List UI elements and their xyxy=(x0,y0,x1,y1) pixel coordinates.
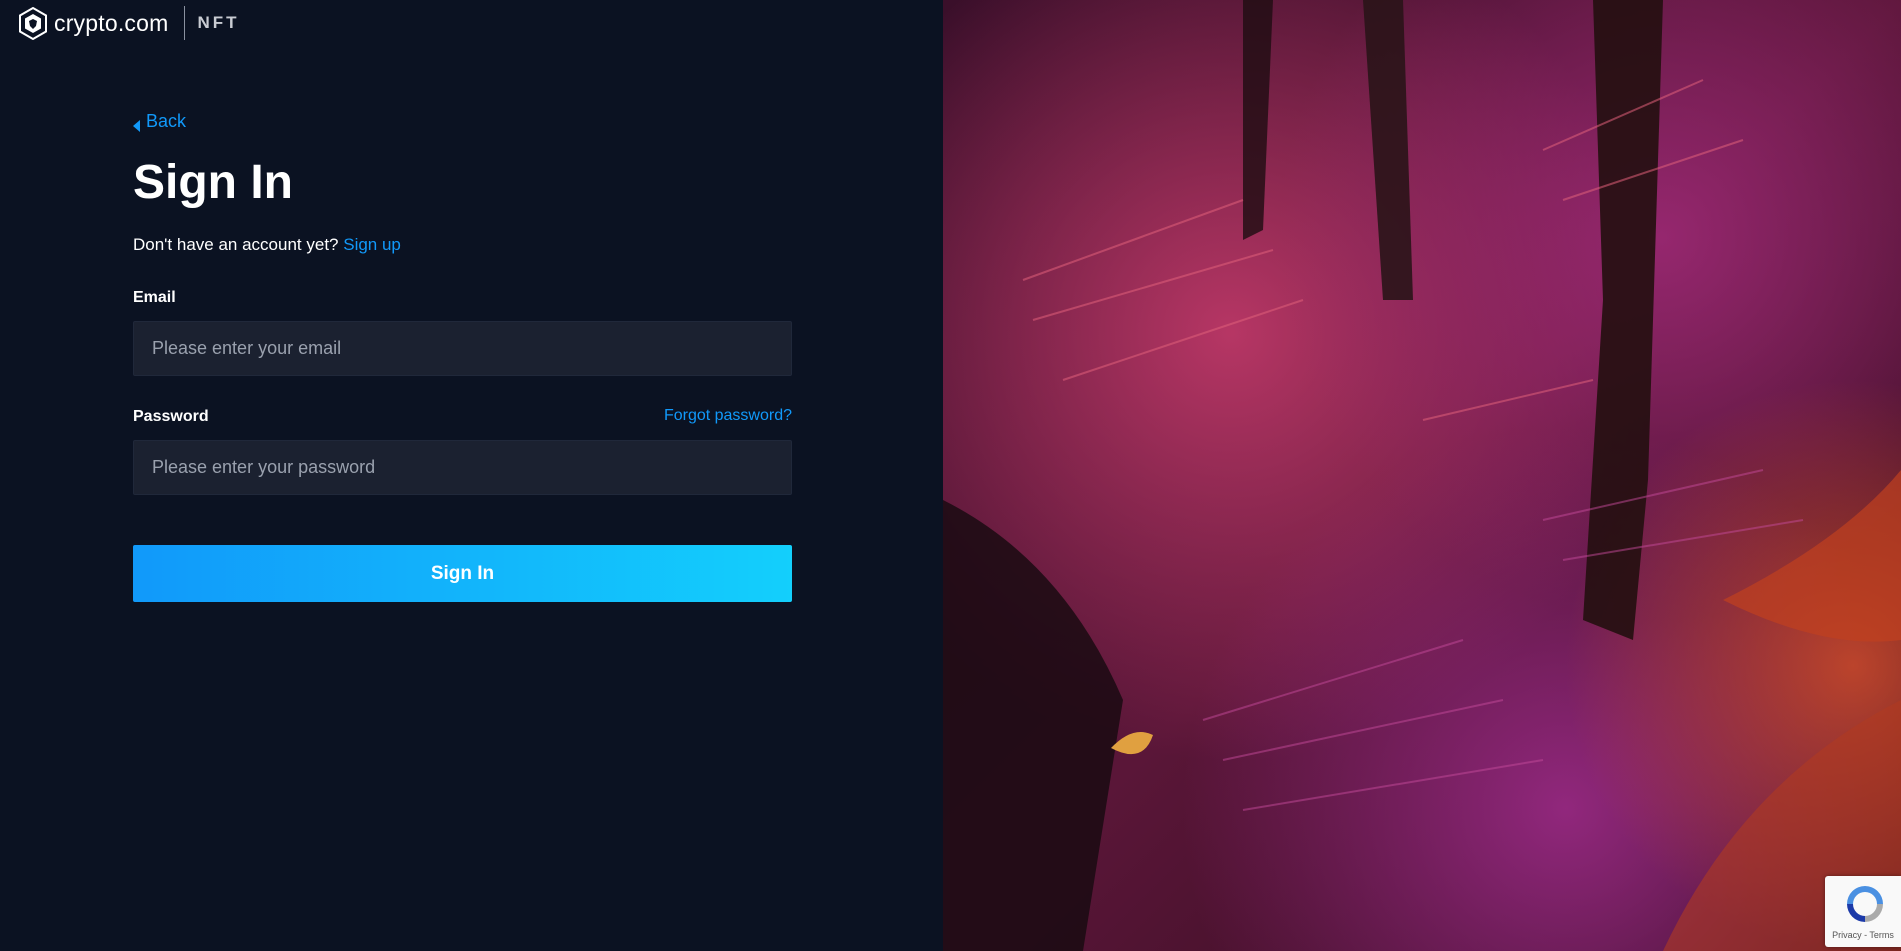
site-header: crypto.com NFT xyxy=(18,6,240,40)
recaptcha-links[interactable]: Privacy - Terms xyxy=(1825,930,1901,940)
sign-in-button[interactable]: Sign In xyxy=(133,545,792,602)
recaptcha-icon xyxy=(1843,882,1887,926)
logo-divider xyxy=(184,6,186,40)
password-field[interactable] xyxy=(133,440,792,495)
hero-image xyxy=(943,0,1901,951)
back-link[interactable]: Back xyxy=(133,111,186,132)
back-label: Back xyxy=(146,111,187,131)
brand-name[interactable]: crypto.com xyxy=(54,10,168,37)
email-label: Email xyxy=(133,289,176,306)
password-label: Password xyxy=(133,408,209,425)
page-title: Sign In xyxy=(133,156,293,209)
signup-prompt-text: Don't have an account yet? xyxy=(133,235,339,254)
forgot-password-link[interactable]: Forgot password? xyxy=(664,407,792,425)
sign-in-panel: crypto.com NFT Back Sign In Don't have a… xyxy=(0,0,943,951)
signup-prompt: Don't have an account yet? Sign up xyxy=(133,235,401,255)
product-name[interactable]: NFT xyxy=(197,13,239,33)
crypto-com-logo-icon[interactable] xyxy=(18,6,48,40)
caret-left-icon xyxy=(133,116,141,132)
fern-forest-image xyxy=(943,0,1901,951)
email-field[interactable] xyxy=(133,321,792,376)
recaptcha-badge[interactable]: Privacy - Terms xyxy=(1825,876,1901,947)
signup-link[interactable]: Sign up xyxy=(343,235,401,254)
